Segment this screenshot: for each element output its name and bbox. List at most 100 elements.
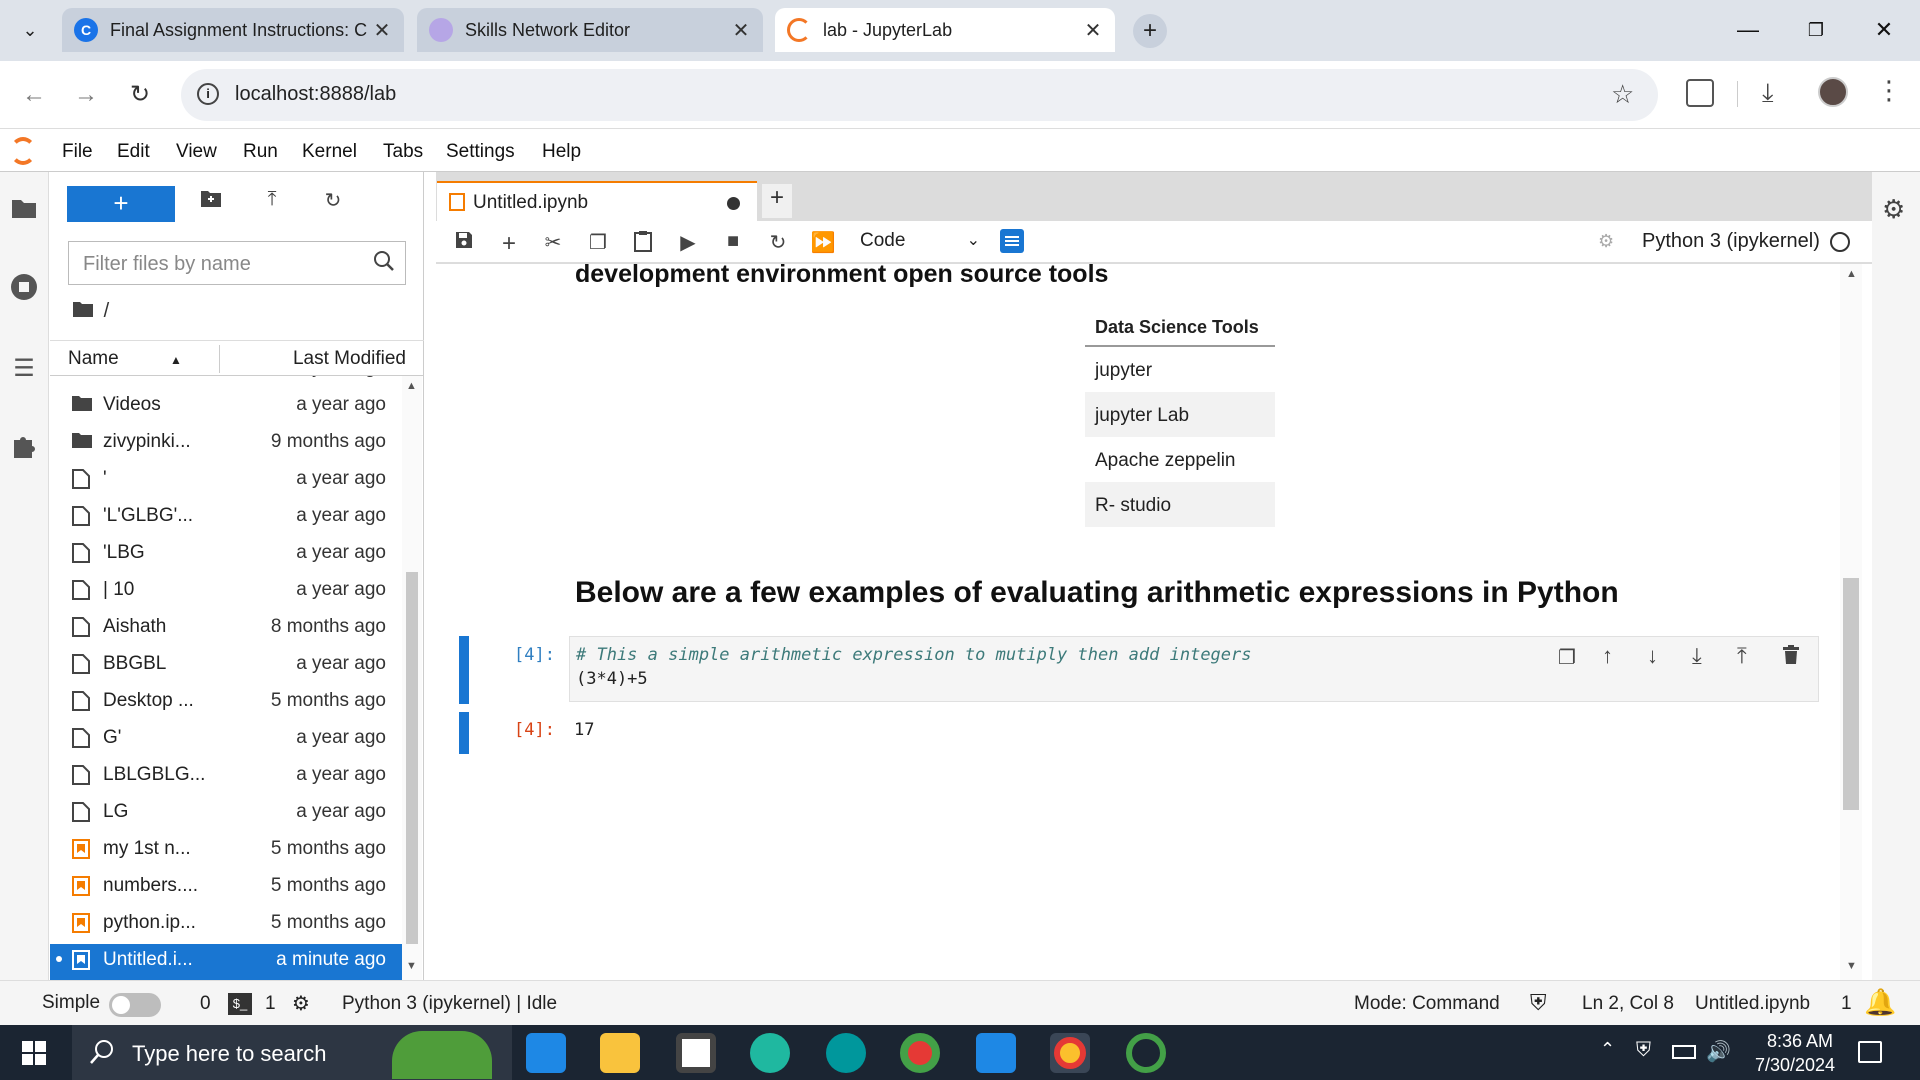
- back-icon[interactable]: ←: [18, 79, 50, 111]
- bell-icon[interactable]: 🔔: [1864, 987, 1896, 1018]
- menu-kernel[interactable]: Kernel: [302, 141, 357, 163]
- insert-below-icon[interactable]: ⤓: [1692, 643, 1702, 669]
- taskbar-search-box[interactable]: Type here to search: [72, 1025, 512, 1080]
- cursor-position[interactable]: Ln 2, Col 8: [1582, 993, 1674, 1015]
- battery-icon[interactable]: [1672, 1045, 1696, 1059]
- tab-search-chevron-icon[interactable]: ⌄: [16, 16, 44, 44]
- chrome-active-icon[interactable]: [1050, 1033, 1090, 1073]
- upload-icon[interactable]: ⤒: [257, 188, 287, 218]
- forward-icon[interactable]: →: [70, 79, 102, 111]
- scroll-up-icon[interactable]: ▲: [406, 380, 417, 392]
- site-info-icon[interactable]: i: [197, 83, 219, 105]
- file-list-item[interactable]: python.ip... 5 months ago: [50, 907, 402, 943]
- show-hidden-icons-chevron[interactable]: ⌃: [1600, 1039, 1615, 1060]
- file-list-item[interactable]: LBLGBLG... a year ago: [50, 759, 402, 795]
- code-cell-editor[interactable]: # This a simple arithmetic expression to…: [569, 636, 1819, 702]
- file-list-scrollbar[interactable]: ▲ ▼: [402, 376, 422, 980]
- debugger-bug-icon[interactable]: ⚙: [1598, 231, 1614, 252]
- notebook-scrollbar[interactable]: ▲ ▼: [1840, 264, 1862, 980]
- extension-manager-icon[interactable]: [9, 432, 39, 462]
- simple-mode-toggle[interactable]: [109, 993, 161, 1017]
- scroll-thumb[interactable]: [406, 572, 418, 944]
- new-tab-button[interactable]: +: [1133, 14, 1167, 48]
- menu-edit[interactable]: Edit: [117, 141, 150, 163]
- run-icon[interactable]: ▶: [675, 230, 701, 256]
- terminals-count[interactable]: 0: [200, 993, 211, 1015]
- file-list-item[interactable]: Untitled.i... a minute ago: [50, 944, 402, 980]
- file-list-item[interactable]: ' a year ago: [50, 463, 402, 499]
- file-explorer-icon[interactable]: [600, 1033, 640, 1073]
- duplicate-cell-icon[interactable]: ❐: [1558, 645, 1576, 670]
- browser-tab-skills-editor[interactable]: Skills Network Editor ✕: [417, 8, 763, 52]
- file-list-item[interactable]: numbers.... 5 months ago: [50, 870, 402, 906]
- new-launcher-button[interactable]: +: [67, 186, 175, 222]
- app-ring-icon[interactable]: [1126, 1033, 1166, 1073]
- move-down-icon[interactable]: ↓: [1647, 643, 1658, 669]
- vscode-icon[interactable]: [976, 1033, 1016, 1073]
- restart-icon[interactable]: ↻: [765, 230, 791, 256]
- save-icon[interactable]: [451, 230, 477, 256]
- file-list-item[interactable]: my 1st n... 5 months ago: [50, 833, 402, 869]
- file-list-item[interactable]: zivypinki... 9 months ago: [50, 426, 402, 462]
- windows-start-icon[interactable]: [22, 1041, 46, 1065]
- file-list-item[interactable]: Aishath 8 months ago: [50, 611, 402, 647]
- avatar[interactable]: [1818, 77, 1848, 107]
- column-modified-header[interactable]: Last Modified: [293, 348, 406, 370]
- address-bar[interactable]: i localhost:8888/lab ☆: [181, 69, 1658, 121]
- mail-icon[interactable]: [526, 1033, 566, 1073]
- new-folder-icon[interactable]: [196, 188, 226, 218]
- close-window-icon[interactable]: ✕: [1864, 12, 1904, 48]
- menu-settings[interactable]: Settings: [446, 141, 515, 163]
- scroll-down-icon[interactable]: ▼: [1846, 960, 1857, 972]
- file-list-item[interactable]: Searches a year ago: [50, 376, 402, 388]
- chrome-menu-icon[interactable]: ⋮: [1876, 75, 1902, 106]
- scroll-up-icon[interactable]: ▲: [1846, 268, 1857, 280]
- clock-time[interactable]: 8:36 AM: [1755, 1031, 1845, 1052]
- file-list-item[interactable]: | 10 a year ago: [50, 574, 402, 610]
- close-tab-icon[interactable]: ✕: [1079, 18, 1107, 43]
- volume-icon[interactable]: 🔊: [1706, 1039, 1731, 1064]
- menu-help[interactable]: Help: [542, 141, 581, 163]
- output-indicator[interactable]: [459, 712, 469, 754]
- file-list-item[interactable]: Desktop ... 5 months ago: [50, 685, 402, 721]
- file-list-item[interactable]: Videos a year ago: [50, 389, 402, 425]
- breadcrumb-root[interactable]: /: [104, 300, 110, 322]
- scroll-down-icon[interactable]: ▼: [406, 960, 417, 972]
- property-inspector-icon[interactable]: [1000, 229, 1024, 253]
- menu-view[interactable]: View: [176, 141, 217, 163]
- move-up-icon[interactable]: ↑: [1602, 643, 1613, 669]
- property-inspector-gear-icon[interactable]: ⚙: [1882, 194, 1905, 225]
- browser-tab-jupyterlab[interactable]: lab - JupyterLab ✕: [775, 8, 1115, 52]
- cell-type-select[interactable]: Code ⌄: [860, 230, 980, 256]
- clock-date[interactable]: 7/30/2024: [1745, 1055, 1845, 1076]
- new-tab-plus-button[interactable]: +: [762, 184, 792, 218]
- kernels-count[interactable]: 1: [265, 993, 276, 1015]
- cut-icon[interactable]: ✂: [540, 230, 566, 256]
- security-icon[interactable]: ⛨: [1636, 1039, 1651, 1062]
- file-list-item[interactable]: LG a year ago: [50, 796, 402, 832]
- stop-icon[interactable]: ■: [720, 230, 746, 256]
- browser-tab-assignment[interactable]: C Final Assignment Instructions: C ✕: [62, 8, 404, 52]
- bookmark-star-icon[interactable]: ☆: [1611, 79, 1634, 110]
- file-list-item[interactable]: BBGBL a year ago: [50, 648, 402, 684]
- unsaved-dot-icon[interactable]: [727, 197, 740, 210]
- menu-tabs[interactable]: Tabs: [383, 141, 423, 163]
- chrome-icon[interactable]: [900, 1033, 940, 1073]
- notification-count[interactable]: 1: [1841, 993, 1852, 1015]
- cell-active-indicator[interactable]: [459, 636, 469, 704]
- close-tab-icon[interactable]: ✕: [368, 18, 396, 43]
- close-tab-icon[interactable]: ✕: [727, 18, 755, 43]
- file-filter-input[interactable]: Filter files by name: [68, 241, 406, 285]
- insert-cell-icon[interactable]: +: [496, 230, 522, 257]
- extensions-icon[interactable]: [1686, 79, 1714, 107]
- restore-icon[interactable]: ❐: [1796, 12, 1836, 48]
- microsoft-store-icon[interactable]: [676, 1033, 716, 1073]
- menu-file[interactable]: File: [62, 141, 93, 163]
- refresh-icon[interactable]: ↻: [318, 188, 348, 218]
- file-list-item[interactable]: 'L'GLBG'... a year ago: [50, 500, 402, 536]
- menu-run[interactable]: Run: [243, 141, 278, 163]
- scroll-thumb[interactable]: [1843, 578, 1859, 810]
- tab-untitled-ipynb[interactable]: Untitled.ipynb: [437, 181, 757, 221]
- downloads-icon[interactable]: ⤓: [1762, 77, 1774, 109]
- folder-icon[interactable]: [9, 196, 39, 226]
